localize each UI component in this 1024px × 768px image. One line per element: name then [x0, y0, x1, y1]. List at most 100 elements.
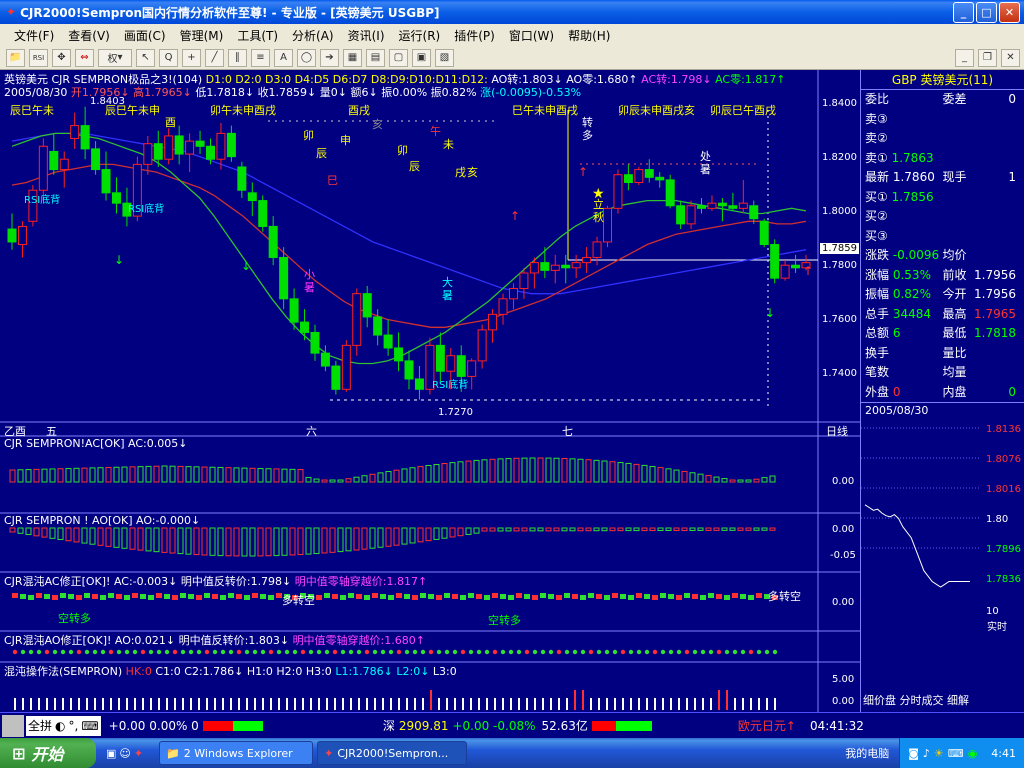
arrow-tool-icon[interactable]: ➔ — [320, 48, 339, 67]
realtime-label[interactable]: 实时 — [987, 620, 1007, 632]
chaos-ac-mark — [708, 593, 714, 598]
my-computer-label[interactable]: 我的电脑 — [845, 745, 889, 761]
picture-icon[interactable]: ▧ — [435, 48, 454, 67]
maximize-button[interactable]: □ — [976, 1, 997, 23]
close-button[interactable]: ✕ — [999, 1, 1020, 23]
grid-icon[interactable]: ▦ — [343, 48, 362, 67]
task-explorer[interactable]: 📁 2 Windows Explorer — [159, 741, 314, 765]
fibonacci-icon[interactable]: ≡ — [251, 48, 270, 67]
ao-bar — [145, 527, 152, 552]
chaos-ao-dot — [428, 649, 434, 655]
ql-icon-1[interactable]: ▣ — [106, 747, 116, 760]
mdi-minimize-button[interactable]: _ — [955, 48, 974, 67]
chaos-ao-dot — [468, 649, 474, 655]
rsi-icon[interactable]: RSI — [29, 48, 48, 67]
chaos-ao-dot — [188, 649, 194, 655]
ime-bar[interactable]: 全拼 ◐ °, ⌨ — [26, 715, 101, 736]
quote-row-2-right — [943, 129, 1021, 149]
windows-logo-icon: ⊞ — [12, 743, 26, 763]
ac-bar — [689, 472, 696, 483]
menu-view[interactable]: 查看(V) — [68, 27, 110, 44]
status-time: 04:41:32 — [809, 718, 864, 733]
text-tool-icon[interactable]: A — [274, 48, 293, 67]
app-status-icon[interactable] — [2, 714, 24, 737]
intraday-mini-chart[interactable]: 1.8136 1.8076 1.8016 1.80 1.7896 1.7836 10 实时 — [861, 418, 1024, 632]
op-bar — [54, 698, 56, 710]
chart-svg[interactable]: ↓ ↓ ↑ ↑ ↑ ↓ ★ — [0, 70, 860, 712]
tray-icon-3[interactable]: ☀ — [934, 747, 944, 760]
menu-file[interactable]: 文件(F) — [14, 27, 54, 44]
chart-icon[interactable]: ▤ — [366, 48, 385, 67]
rights-dropdown[interactable]: 权 ▾ — [98, 48, 132, 67]
op-bar — [190, 698, 192, 710]
task-cjr[interactable]: ✦ CJR2000!Sempron... — [317, 741, 468, 765]
window-icon[interactable]: ▢ — [389, 48, 408, 67]
op-bar — [142, 698, 144, 710]
candle-body — [206, 145, 215, 160]
menu-tools[interactable]: 工具(T) — [237, 27, 278, 44]
line-tool-icon[interactable]: ╱ — [205, 48, 224, 67]
price-tick-5: 1.7400 — [822, 368, 857, 379]
menu-screen[interactable]: 画面(C) — [124, 27, 166, 44]
op-h3: H3:0 — [305, 665, 332, 678]
ac-bar — [585, 459, 592, 483]
parallel-tool-icon[interactable]: ∥ — [228, 48, 247, 67]
menu-analysis[interactable]: 分析(A) — [292, 27, 334, 44]
chaos-ac-mark — [580, 595, 586, 600]
quote-label: 均量 — [942, 365, 967, 379]
menu-manage[interactable]: 管理(M) — [180, 27, 224, 44]
ac-bar — [9, 469, 16, 483]
tile-icon[interactable]: ▣ — [412, 48, 431, 67]
tray-icon-1[interactable]: ◙ — [908, 747, 919, 760]
branch-label-4: 酉戌 — [348, 104, 370, 117]
move-icon[interactable]: ✥ — [52, 48, 71, 67]
start-button[interactable]: ⊞ 开始 — [0, 738, 96, 768]
resize-icon[interactable]: ⇔ — [75, 48, 94, 67]
op-bar — [326, 698, 328, 710]
zoom-icon[interactable]: Q — [159, 48, 178, 67]
crosshair-icon[interactable]: + — [182, 48, 201, 67]
op-bar — [286, 698, 288, 710]
circle-tool-icon[interactable]: ◯ — [297, 48, 316, 67]
period-label[interactable]: 日线 — [826, 423, 848, 439]
menu-info[interactable]: 资讯(I) — [348, 27, 385, 44]
chaos-ao-dot — [380, 649, 386, 655]
candle-body — [655, 176, 665, 181]
candle-body — [435, 344, 445, 372]
quote-tabs[interactable]: 细价盘 分时成交 细解 — [863, 692, 969, 708]
ql-icon-3[interactable]: ✦ — [134, 747, 143, 760]
cursor-icon[interactable]: ↖ — [136, 48, 155, 67]
solar-term-dashu: 大暑 — [442, 276, 453, 302]
ql-icon-2[interactable]: ☺ — [119, 747, 130, 760]
mdi-restore-button[interactable]: ❐ — [978, 48, 997, 67]
chaos-ac-mark — [436, 595, 442, 600]
tray-icon-4[interactable]: ⌨ — [948, 747, 964, 760]
chaos-ac-mark — [692, 594, 698, 599]
quote-row-8-left: 涨跌 -0.0096 — [865, 246, 943, 266]
quote-label: 内盘 — [942, 384, 967, 399]
candle — [331, 360, 341, 395]
app-icon: ✦ — [6, 5, 17, 19]
chaos-ao-dot — [436, 649, 442, 655]
chaos-ac-axis-0: 0.00 — [832, 597, 855, 608]
minimize-button[interactable]: _ — [953, 1, 974, 23]
tray-icon-2[interactable]: ♪ — [923, 747, 930, 760]
ac-bar — [145, 465, 152, 483]
chaos-ac-mark — [508, 595, 514, 600]
chaos-ao-dot — [596, 649, 602, 655]
ac-panel-value: AC:0.005↓ — [128, 437, 188, 450]
mdi-close-button[interactable]: ✕ — [1001, 48, 1020, 67]
tray-icon-5[interactable]: ◉ — [968, 747, 978, 760]
menu-run[interactable]: 运行(R) — [399, 27, 441, 44]
quote-label: 最新 — [865, 170, 890, 184]
window-titlebar[interactable]: ✦ CJR2000!Sempron国内行情分析软件至尊! - 专业版 - [英镑… — [0, 0, 1024, 24]
candle-body — [759, 220, 769, 246]
menu-plugins[interactable]: 插件(P) — [454, 27, 495, 44]
menu-window[interactable]: 窗口(W) — [509, 27, 554, 44]
open-folder-icon[interactable]: 📁 — [6, 48, 25, 67]
chaos-ao-dot — [276, 649, 282, 655]
candle — [7, 213, 17, 250]
chart-area[interactable]: 英镑美元 CJR SEMPRON极品之3!(104) D1:0 D2:0 D3:… — [0, 70, 860, 712]
menu-help[interactable]: 帮助(H) — [568, 27, 610, 44]
solar-term-xiaoshu: 小暑 — [304, 268, 315, 294]
